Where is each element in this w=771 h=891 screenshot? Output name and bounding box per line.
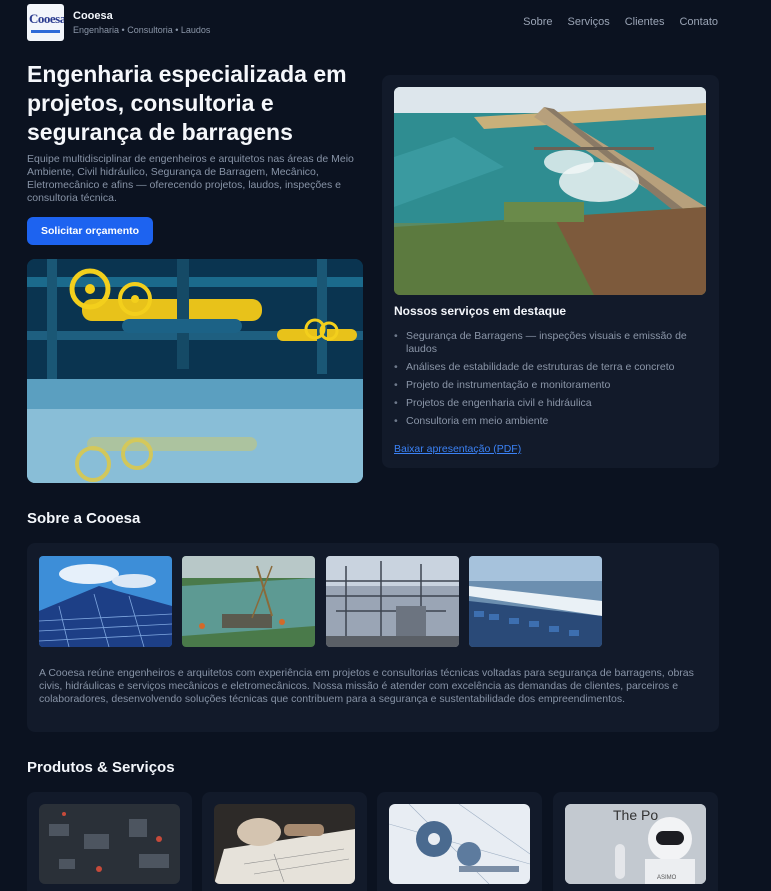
products-section-title: Produtos & Serviços (27, 759, 175, 776)
featured-services-card: Nossos serviços em destaque Segurança de… (382, 75, 719, 468)
technical-drawing-image (214, 804, 355, 884)
product-card[interactable] (27, 792, 192, 891)
nav-link-contato[interactable]: Contato (679, 16, 718, 28)
circuit-board-image (39, 804, 180, 884)
nav-link-servicos[interactable]: Serviços (568, 16, 610, 28)
hero-title: Engenharia especializada em projetos, co… (27, 61, 347, 145)
list-item: Segurança de Barragens — inspeções visua… (394, 330, 704, 356)
hero-description: Equipe multidisciplinar de engenheiros e… (27, 153, 354, 204)
main-nav: Sobre Serviços Clientes Contato (523, 16, 718, 28)
list-item: Projetos de engenharia civil e hidráulic… (394, 397, 704, 410)
nav-link-clientes[interactable]: Clientes (625, 16, 665, 28)
list-item: Projeto de instrumentação e monitorament… (394, 379, 704, 392)
about-section-title: Sobre a Cooesa (27, 510, 141, 527)
featured-services-title: Nossos serviços em destaque (394, 304, 567, 318)
cooesa-logo[interactable]: Cooesa (27, 4, 64, 41)
list-item: Análises de estabilidade de estruturas d… (394, 361, 704, 374)
electrical-substation-image (326, 556, 459, 647)
nav-link-sobre[interactable]: Sobre (523, 16, 552, 28)
product-card[interactable] (202, 792, 367, 891)
solar-panels-image (39, 556, 172, 647)
robot-sign-text: The Po (613, 807, 658, 823)
download-presentation-link[interactable]: Baixar apresentação (PDF) (394, 443, 521, 455)
logo-underline (31, 30, 60, 33)
about-description: A Cooesa reúne engenheiros e arquitetos … (39, 667, 694, 705)
product-card[interactable] (377, 792, 542, 891)
robot-image: The Po ASIMO (565, 804, 706, 884)
site-header: Cooesa Cooesa Engenharia • Consultoria •… (0, 0, 771, 46)
logo-wordmark: Cooesa (29, 11, 64, 26)
dam-spillway-aerial-image (469, 556, 602, 647)
featured-services-list: Segurança de Barragens — inspeções visua… (394, 330, 704, 433)
brand-name: Cooesa (73, 10, 113, 22)
product-card[interactable]: The Po ASIMO (553, 792, 718, 891)
industrial-pipes-image (27, 259, 363, 483)
gears-caliper-image (389, 804, 530, 884)
river-construction-image (182, 556, 315, 647)
about-card: A Cooesa reúne engenheiros e arquitetos … (27, 543, 719, 732)
brand-tagline: Engenharia • Consultoria • Laudos (73, 25, 211, 35)
robot-badge-text: ASIMO (657, 875, 677, 881)
dam-spillway-image (394, 87, 706, 295)
list-item: Consultoria em meio ambiente (394, 415, 704, 428)
request-quote-button[interactable]: Solicitar orçamento (27, 217, 153, 245)
